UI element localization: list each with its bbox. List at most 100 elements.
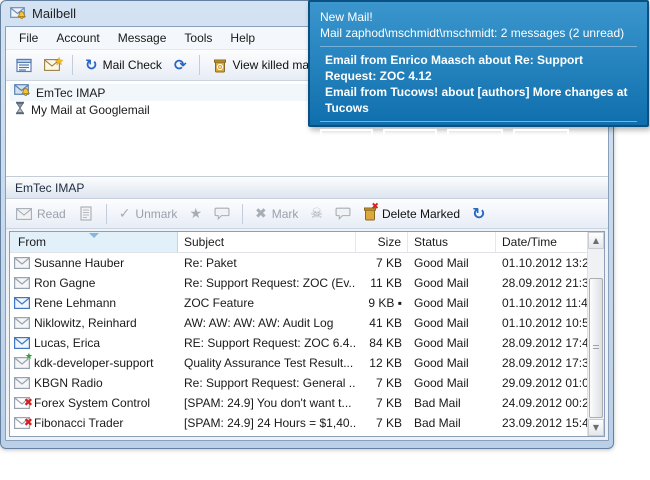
size-cell: 7 KB — [356, 373, 408, 393]
x-mark-icon: ✖ — [255, 207, 267, 221]
from-cell: Susanne Hauber — [34, 256, 124, 270]
mail-check-button[interactable]: ↻ Mail Check — [80, 55, 167, 76]
table-row[interactable]: Niklowitz, Reinhard AW: AW: AW: AW: Audi… — [10, 313, 587, 333]
envelope-read — [14, 257, 30, 269]
report-button[interactable] — [11, 55, 37, 76]
sort-arrow-icon — [89, 233, 99, 238]
vertical-scrollbar[interactable]: ▲ ▼ — [587, 232, 604, 436]
size-cell: 41 KB — [356, 313, 408, 333]
popup-title: New Mail! — [320, 9, 637, 25]
mark-label: Mark — [272, 207, 299, 221]
popup-email-line: Email from Tucows! about [authors] More … — [325, 84, 637, 116]
status-cell: Good Mail — [408, 353, 496, 373]
status-cell — [408, 433, 496, 437]
column-header-status[interactable]: Status — [408, 232, 496, 252]
column-header-size[interactable]: Size — [356, 232, 408, 252]
view-source-button[interactable] — [73, 203, 99, 224]
size-cell: 84 KB — [356, 333, 408, 353]
popup-divider — [320, 121, 637, 122]
popup-subtitle: Mail zaphod\mschmidt\mschmidt: 2 message… — [320, 25, 637, 41]
date-cell: 01.10.2012 13:23 — [496, 253, 587, 273]
date-cell: 28.09.2012 21:36 — [496, 273, 587, 293]
mark-button[interactable]: ✖ Mark — [250, 204, 303, 224]
sync-button[interactable]: ⟳ — [169, 55, 192, 76]
date-cell: 01.10.2012 10:52 — [496, 313, 587, 333]
date-cell: 28.09.2012 17:31 — [496, 353, 587, 373]
new-mail-popup: New Mail! Mail zaphod\mschmidt\mschmidt:… — [308, 0, 649, 127]
menu-item-tools[interactable]: Tools — [175, 27, 221, 49]
hourglass-icon — [14, 101, 26, 118]
account-panel-header: EmTec IMAP — [6, 177, 608, 199]
column-header-from[interactable]: From — [10, 232, 178, 252]
comment-button[interactable] — [209, 203, 235, 224]
table-row[interactable]: Rene Lehmann ZOC Feature 9 KB ▪ Good Mai… — [10, 293, 587, 313]
kill-button[interactable]: ☠ — [305, 204, 328, 224]
report-icon — [16, 58, 32, 73]
size-cell: 7 KB — [356, 253, 408, 273]
scroll-down-button[interactable]: ▼ — [588, 419, 604, 436]
delete-marked-button[interactable]: ✖ Delete Marked — [358, 203, 465, 224]
from-cell: Forex System Control — [34, 396, 150, 410]
envelope-read — [14, 377, 30, 389]
column-header-datetime[interactable]: Date/Time — [496, 232, 587, 252]
account-name: EmTec IMAP — [36, 86, 105, 100]
new-mail-button[interactable]: ★ — [39, 56, 65, 74]
date-cell: 24.09.2012 00:24 — [496, 393, 587, 413]
subject-cell: ZOC Feature — [178, 293, 356, 313]
star-icon: ★ — [189, 207, 202, 221]
envelope-spam: ✖ — [14, 417, 30, 429]
envelope-spam: ✖ — [14, 397, 30, 409]
size-cell: 13 KB — [356, 433, 408, 437]
menu-item-account[interactable]: Account — [47, 27, 108, 49]
table-row[interactable]: KBGN Radio Re: Support Request: General … — [10, 373, 587, 393]
new-mail-icon: ★ — [44, 59, 60, 71]
date-cell: 29.09.2012 01:03 — [496, 373, 587, 393]
unmark-button[interactable]: ✓ Unmark — [114, 204, 183, 224]
date-cell: 01.10.2012 11:21 — [496, 433, 587, 437]
envelope-unread — [14, 297, 30, 309]
date-cell: 28.09.2012 17:47 — [496, 333, 587, 353]
menu-item-help[interactable]: Help — [221, 27, 264, 49]
size-cell: 7 KB — [356, 413, 408, 433]
from-cell: Fibonacci Trader — [34, 416, 123, 430]
comment-2-button[interactable] — [330, 203, 356, 224]
killed-mail-trash-icon — [212, 58, 228, 73]
scroll-up-button[interactable]: ▲ — [588, 232, 604, 249]
mail-table: From Subject Size Status Date/Time — [9, 231, 605, 437]
subject-cell: Reminder about your invitation — [178, 433, 356, 437]
date-cell: 23.09.2012 15:44 — [496, 413, 587, 433]
table-row[interactable]: Susanne Hauber Re: Paket 7 KB Good Mail … — [10, 253, 587, 273]
star-button[interactable]: ★ — [184, 204, 207, 224]
from-cell: Rene Lehmann — [34, 296, 116, 310]
status-cell: Good Mail — [408, 313, 496, 333]
table-row[interactable]: Lucas, Erica RE: Support Request: ZOC 6.… — [10, 333, 587, 353]
refresh-list-button[interactable]: ↻ — [467, 203, 490, 225]
menu-item-message[interactable]: Message — [109, 27, 176, 49]
table-row[interactable]: Ai M. Kay (LinkedIn) Invit... Reminder a… — [10, 433, 587, 437]
subject-cell: [SPAM: 24.9] You don't want t... — [178, 393, 356, 413]
view-killed-mail-button[interactable]: View killed mail — [207, 55, 320, 76]
from-cell: KBGN Radio — [34, 376, 103, 390]
view-killed-label: View killed mail — [233, 58, 315, 72]
popup-button-read[interactable]: Read — [320, 129, 373, 151]
table-row[interactable]: Ron Gagne Re: Support Request: ZOC (Ev..… — [10, 273, 587, 293]
subject-cell: Re: Support Request: ZOC (Ev... — [178, 273, 356, 293]
read-button[interactable]: Read — [11, 204, 71, 224]
scroll-thumb[interactable] — [589, 278, 603, 418]
table-row[interactable]: ✖ Fibonacci Trader [SPAM: 24.9] 24 Hours … — [10, 413, 587, 433]
checkmark-icon: ✓ — [119, 207, 131, 221]
document-icon — [78, 206, 94, 221]
mail-rows: Susanne Hauber Re: Paket 7 KB Good Mail … — [10, 253, 587, 437]
table-row[interactable]: ★kdk-developer-support Quality Assurance… — [10, 353, 587, 373]
subject-cell: [SPAM: 24.9] 24 Hours = $1,40... — [178, 413, 356, 433]
popup-button-inbox[interactable]: Inbox — [447, 129, 503, 151]
subject-cell: RE: Support Request: ZOC 6.4... — [178, 333, 356, 353]
envelope-read — [14, 317, 30, 329]
delete-marked-label: Delete Marked — [382, 207, 460, 221]
status-cell: Good Mail — [408, 273, 496, 293]
popup-button-later[interactable]: Later — [383, 129, 436, 151]
column-header-subject[interactable]: Subject — [178, 232, 356, 252]
menu-item-file[interactable]: File — [10, 27, 47, 49]
popup-button-close[interactable]: Close — [513, 129, 570, 151]
table-row[interactable]: ✖ Forex System Control [SPAM: 24.9] You d… — [10, 393, 587, 413]
